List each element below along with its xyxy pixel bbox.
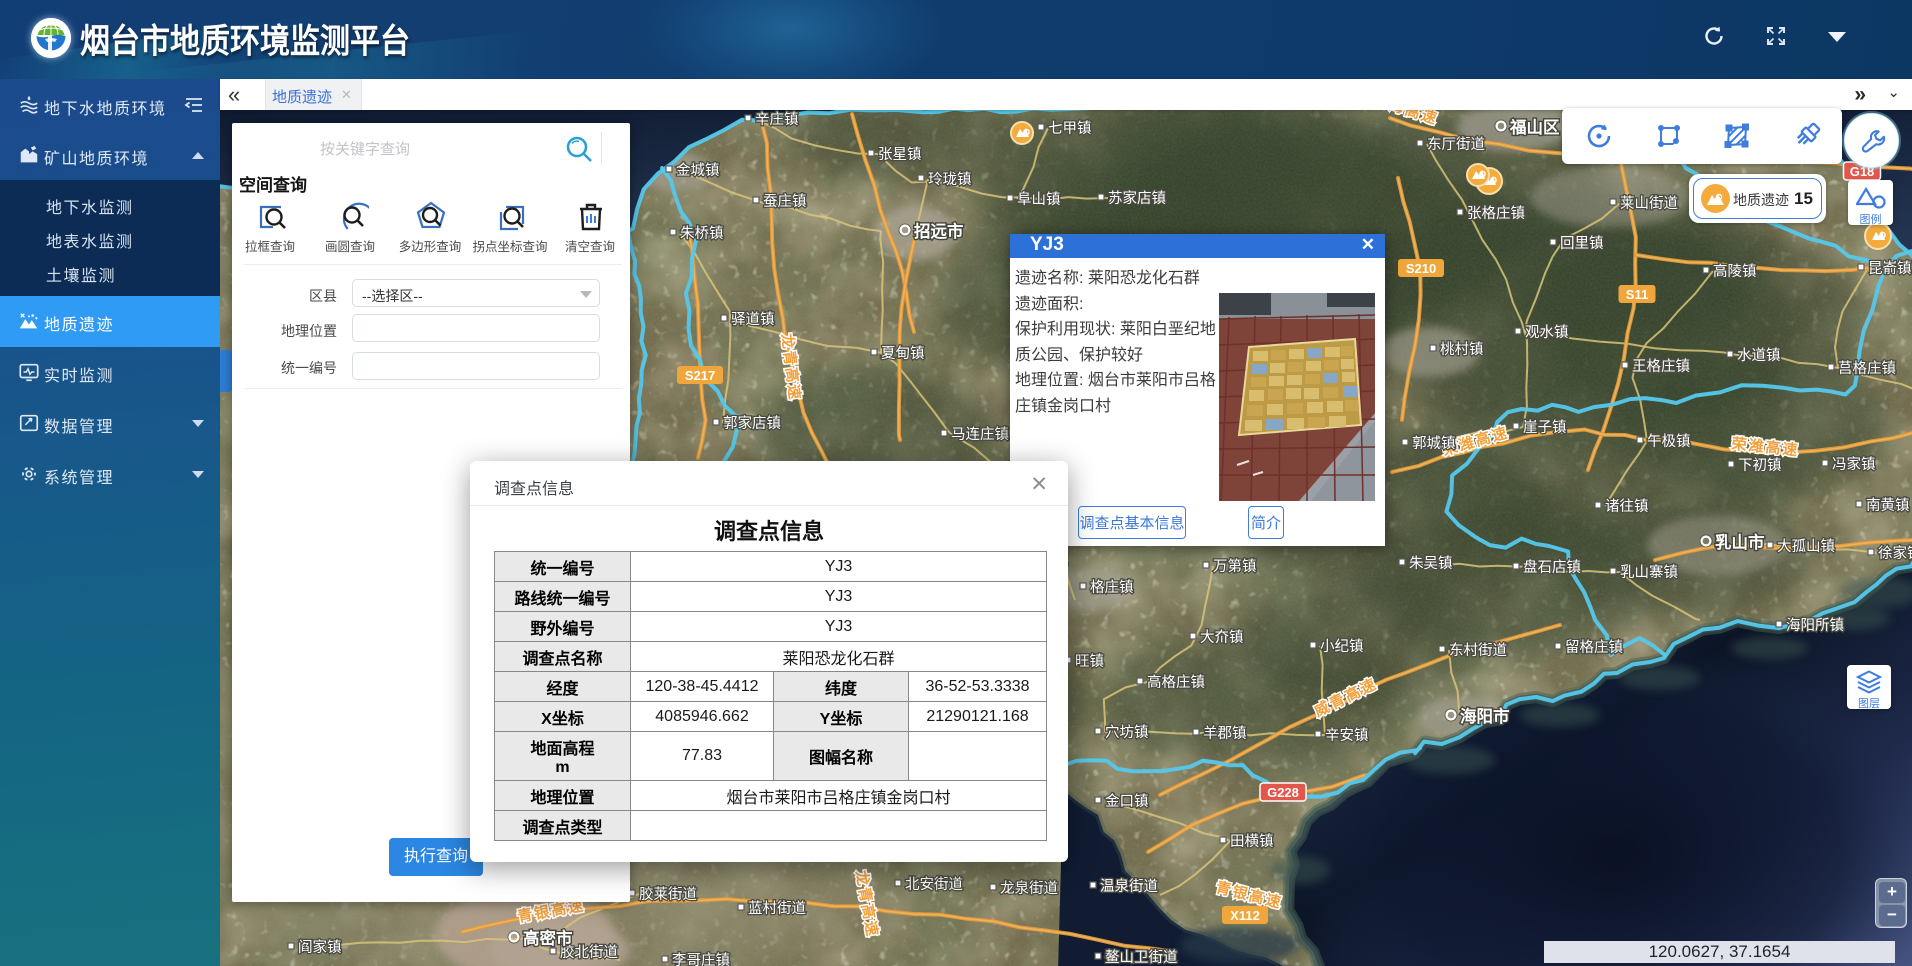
svg-text:冯家镇: 冯家镇 xyxy=(1832,456,1876,473)
svg-text:高密市: 高密市 xyxy=(523,928,573,948)
svg-text:下初镇: 下初镇 xyxy=(1738,457,1782,474)
svg-text:金口镇: 金口镇 xyxy=(1105,793,1149,810)
svg-text:苏家店镇: 苏家店镇 xyxy=(1108,190,1166,207)
svg-text:马连庄镇: 马连庄镇 xyxy=(951,425,1009,443)
svg-text:万第镇: 万第镇 xyxy=(1213,557,1257,575)
svg-text:乳山市: 乳山市 xyxy=(1715,532,1765,552)
svg-text:鳌山卫街道: 鳌山卫街道 xyxy=(1105,949,1178,966)
svg-text:莱山街道: 莱山街道 xyxy=(1620,195,1678,212)
svg-text:小纪镇: 小纪镇 xyxy=(1320,638,1364,655)
svg-text:格庄镇: 格庄镇 xyxy=(1090,578,1134,596)
svg-text:驿道镇: 驿道镇 xyxy=(731,311,775,328)
svg-text:羊郡镇: 羊郡镇 xyxy=(1203,725,1247,742)
svg-text:阎家镇: 阎家镇 xyxy=(298,939,342,956)
svg-text:昆嵛镇: 昆嵛镇 xyxy=(1868,260,1912,277)
svg-text:诸往镇: 诸往镇 xyxy=(1605,498,1649,515)
svg-text:蚕庄镇: 蚕庄镇 xyxy=(763,192,807,210)
svg-text:招远市: 招远市 xyxy=(914,221,964,241)
svg-text:G228: G228 xyxy=(1267,785,1299,800)
svg-text:桃村镇: 桃村镇 xyxy=(1440,341,1484,358)
svg-text:大孤山镇: 大孤山镇 xyxy=(1777,538,1835,555)
svg-text:蓝村街道: 蓝村街道 xyxy=(748,900,806,917)
svg-text:S210: S210 xyxy=(1406,261,1436,276)
svg-text:李哥庄镇: 李哥庄镇 xyxy=(672,951,730,966)
svg-text:S11: S11 xyxy=(1626,287,1648,302)
svg-text:海阳市: 海阳市 xyxy=(1460,706,1510,726)
svg-text:郭城镇: 郭城镇 xyxy=(1412,435,1456,452)
svg-text:观水镇: 观水镇 xyxy=(1525,324,1569,341)
svg-text:温泉街道: 温泉街道 xyxy=(1100,878,1158,895)
svg-text:回里镇: 回里镇 xyxy=(1560,235,1604,252)
svg-text:乳山寨镇: 乳山寨镇 xyxy=(1620,563,1678,581)
svg-text:夏甸镇: 夏甸镇 xyxy=(881,345,925,362)
svg-text:北安街道: 北安街道 xyxy=(905,876,963,893)
svg-text:金城镇: 金城镇 xyxy=(676,162,720,179)
svg-text:辛安镇: 辛安镇 xyxy=(1325,727,1369,744)
svg-text:辛庄镇: 辛庄镇 xyxy=(755,110,799,128)
svg-text:S217: S217 xyxy=(685,368,715,383)
svg-text:胶莱街道: 胶莱街道 xyxy=(639,886,697,903)
svg-text:盘石店镇: 盘石店镇 xyxy=(1523,558,1581,576)
svg-text:穴坊镇: 穴坊镇 xyxy=(1105,724,1149,741)
svg-text:南黄镇: 南黄镇 xyxy=(1866,497,1910,514)
svg-text:留格庄镇: 留格庄镇 xyxy=(1565,638,1623,656)
svg-text:午极镇: 午极镇 xyxy=(1647,433,1691,450)
svg-text:田横镇: 田横镇 xyxy=(1230,833,1274,850)
svg-text:朱吴镇: 朱吴镇 xyxy=(1409,555,1453,572)
svg-text:东厅街道: 东厅街道 xyxy=(1427,136,1485,153)
svg-text:朱桥镇: 朱桥镇 xyxy=(680,225,724,242)
svg-text:水道镇: 水道镇 xyxy=(1737,347,1781,364)
svg-text:福山区: 福山区 xyxy=(1509,117,1560,137)
svg-text:徐家镇: 徐家镇 xyxy=(1878,545,1912,562)
svg-text:郭家店镇: 郭家店镇 xyxy=(723,415,781,432)
svg-text:龙泉街道: 龙泉街道 xyxy=(1000,880,1058,897)
svg-text:旺镇: 旺镇 xyxy=(1075,653,1104,670)
svg-text:高陵镇: 高陵镇 xyxy=(1713,263,1757,280)
svg-text:高格庄镇: 高格庄镇 xyxy=(1147,673,1205,691)
svg-text:东村街道: 东村街道 xyxy=(1449,642,1507,659)
svg-text:X112: X112 xyxy=(1230,908,1260,923)
svg-text:莒格庄镇: 莒格庄镇 xyxy=(1838,359,1896,377)
svg-text:玲珑镇: 玲珑镇 xyxy=(928,171,972,188)
svg-text:大夼镇: 大夼镇 xyxy=(1200,629,1244,646)
svg-text:王格庄镇: 王格庄镇 xyxy=(1632,357,1690,375)
svg-text:海阳所镇: 海阳所镇 xyxy=(1786,617,1844,634)
svg-text:张格庄镇: 张格庄镇 xyxy=(1467,204,1525,222)
svg-text:崖子镇: 崖子镇 xyxy=(1523,419,1567,436)
svg-text:阜山镇: 阜山镇 xyxy=(1017,191,1061,208)
svg-text:七甲镇: 七甲镇 xyxy=(1048,120,1092,137)
svg-text:张星镇: 张星镇 xyxy=(878,146,922,163)
